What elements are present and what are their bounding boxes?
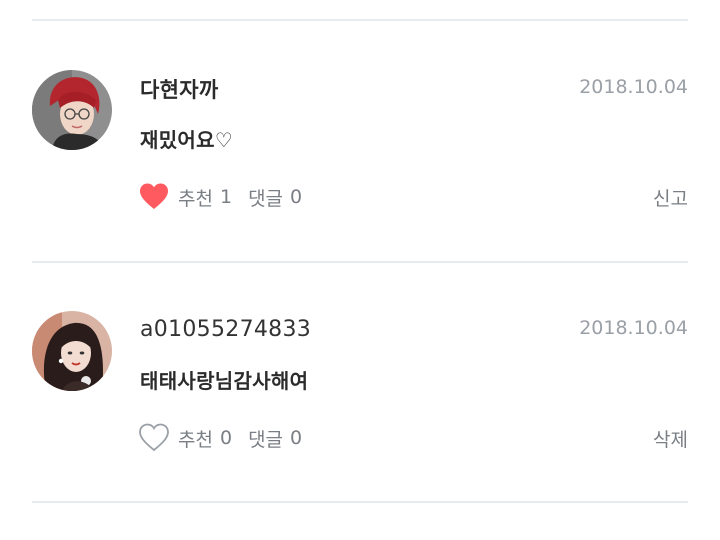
avatar[interactable] — [32, 70, 112, 150]
avatar[interactable] — [32, 311, 112, 391]
comment-date: 2018.10.04 — [579, 76, 688, 98]
nickname: 다현자까 — [140, 78, 219, 102]
heart-filled-icon — [140, 183, 168, 209]
heart-outline-icon — [139, 423, 169, 452]
comment-actions: 추천 1 댓글 0 — [138, 180, 302, 214]
nickname: a01055274833 — [140, 317, 312, 342]
comment-actions: 추천 0 댓글 0 — [138, 421, 302, 455]
comment-text: 재밌어요♡ — [140, 128, 234, 152]
like-button[interactable] — [138, 422, 170, 454]
like-button[interactable] — [138, 181, 170, 213]
reply-count: 0 — [290, 186, 303, 208]
like-label[interactable]: 추천 — [178, 184, 213, 211]
like-label[interactable]: 추천 — [178, 425, 213, 452]
report-button[interactable]: 신고 — [653, 184, 688, 211]
divider-bottom — [32, 501, 688, 503]
comment-text: 태태사랑님감사해여 — [140, 369, 309, 393]
comment-item: a01055274833 2018.10.04 태태사랑님감사해여 추천 0 댓… — [0, 261, 720, 501]
comment-date: 2018.10.04 — [579, 317, 688, 339]
reply-button[interactable]: 댓글 — [248, 184, 283, 211]
delete-button[interactable]: 삭제 — [653, 425, 688, 452]
user-avatar-dark-hair-icon — [32, 311, 112, 391]
like-count: 0 — [219, 427, 233, 449]
comment-list: 다현자까 2018.10.04 재밌어요♡ 추천 1 댓글 0 신고 a0105… — [0, 0, 720, 540]
reply-count: 0 — [290, 427, 303, 449]
like-count: 1 — [219, 186, 233, 208]
user-avatar-red-hair-icon — [32, 70, 112, 150]
comment-item: 다현자까 2018.10.04 재밌어요♡ 추천 1 댓글 0 신고 — [0, 20, 720, 260]
reply-button[interactable]: 댓글 — [248, 425, 283, 452]
